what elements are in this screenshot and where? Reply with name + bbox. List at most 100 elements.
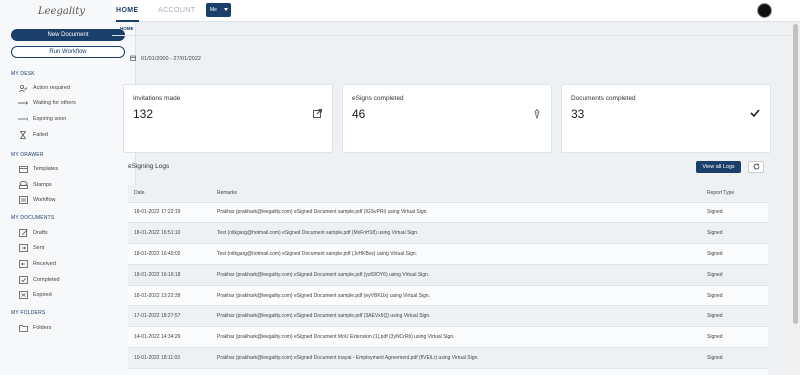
date-range-filter[interactable]: 01/01/2000 - 27/01/2022 [130, 55, 201, 63]
cell-type: Signed [701, 368, 768, 375]
table-row: 18-01-2022 13:22:39 Prakhar (prakhark@lee… [128, 285, 768, 306]
view-all-logs-button[interactable]: View all Logs [696, 161, 741, 173]
completed-icon [18, 276, 28, 284]
hourglass-icon [18, 131, 28, 139]
sidebar-item-drafts[interactable]: Drafts [18, 228, 48, 238]
sidebar-item-completed[interactable]: Completed [18, 275, 60, 285]
cell-remarks: Prakhar (prakhark@leegality.com) eSigned… [217, 271, 430, 278]
cell-date: 18-01-2022 16:49:02 [134, 250, 181, 257]
sidebar-item-label: Sent [33, 245, 45, 251]
sidebar-item-label: Completed [33, 277, 60, 283]
folder-icon [18, 324, 28, 332]
sidebar-item-label: Expired [33, 292, 52, 298]
leegality-logo[interactable]: Leegality [38, 3, 85, 21]
sidebar-item-stamps[interactable]: Stamps [18, 180, 52, 190]
stat-label: Invitations made [133, 95, 181, 102]
refresh-icon [753, 162, 760, 172]
sidebar-item-label: Folders [33, 325, 52, 331]
cell-type: Signed [707, 230, 723, 237]
sidebar-item-workflow[interactable]: Workflow [18, 195, 56, 205]
run-workflow-button[interactable]: Run Workflow [11, 46, 125, 58]
section-my-folders: MY FOLDERS [11, 310, 46, 316]
sidebar-item-label: Received [33, 261, 56, 267]
table-row: 10-01-2022 18:11:03 Prakhar (prakhark@lee… [128, 347, 768, 369]
sidebar-item-sent[interactable]: Sent [18, 243, 44, 253]
cell-date: 18-01-2022 16:51:10 [134, 230, 181, 237]
cell-type: Signed [707, 354, 723, 361]
scrollbar-thumb[interactable] [793, 24, 798, 324]
stat-value: 33 [571, 107, 585, 121]
main-content: HOME 01/01/2000 - 27/01/2022 Invitations… [112, 22, 800, 375]
refresh-button[interactable] [748, 161, 764, 173]
sidebar-item-waiting-for-others[interactable]: Waiting for others [18, 98, 76, 108]
sidebar-item-label: Stamps [33, 182, 52, 188]
sidebar-item-label: Action required [33, 85, 70, 91]
cell-type: Signed [707, 250, 723, 257]
cell-remarks: Prakhar (prakhark@leegality.com) eSigned… [217, 209, 428, 216]
stat-card-esigns: eSigns completed 46 [342, 84, 552, 153]
cell-remarks: Test (ntikgarg@hotmail.com) eSigned Docu… [217, 250, 418, 257]
esigning-logs: eSigning Logs View all Logs Date Remarks… [128, 152, 768, 375]
sidebar-item-label: Workflow [33, 197, 56, 203]
cell-type: Signed [707, 209, 723, 216]
scrollbar[interactable] [791, 22, 800, 375]
stat-card-documents: Documents completed 33 [561, 84, 771, 153]
col-remarks: Remarks [217, 190, 238, 197]
table-row: 18-01-2022 16:16:18 Prakhar (prakhark@lee… [128, 264, 768, 286]
sent-icon [18, 244, 28, 252]
stat-value: 132 [133, 107, 154, 121]
stat-value: 46 [352, 107, 366, 121]
top-bar: HOME ACCOUNT Me [112, 0, 800, 22]
user-check-icon [18, 84, 28, 92]
new-document-button[interactable]: New Document [11, 29, 125, 41]
date-range-text: 01/01/2000 - 27/01/2022 [141, 56, 201, 62]
cell-date: 14-01-2022 14:34:29 [134, 334, 181, 341]
cell-type: Signed [707, 271, 723, 278]
cell-remarks: Prakhar (prakhark@leegality.com) eSigned… [217, 292, 431, 299]
cell-remarks: Prakhar (prakhark@leegality.com) eSigned… [211, 368, 701, 375]
sidebar-item-templates[interactable]: Templates [18, 164, 58, 174]
breadcrumb[interactable]: HOME [120, 26, 134, 31]
stat-label: eSigns completed [352, 95, 404, 102]
workflow-icon [18, 196, 28, 204]
sidebar-item-received[interactable]: Received [18, 259, 56, 269]
table-row: 14-01-2022 14:34:29 Prakhar (prakhark@lee… [128, 326, 768, 348]
sidebar-item-expired[interactable]: Expired [18, 290, 52, 300]
sidebar-item-failed[interactable]: Failed [18, 130, 48, 140]
stat-card-invitations: Invitations made 132 [123, 84, 333, 153]
caret-down-icon [224, 8, 228, 11]
sidebar-item-expiring-soon[interactable]: Expiring soon [18, 114, 66, 124]
sidebar-item-label: Waiting for others [33, 100, 76, 106]
cell-type: Signed [707, 292, 723, 299]
arrow-right-icon [18, 115, 28, 123]
expired-icon [18, 291, 28, 299]
table-row: 18-01-2022 17:22:19 Prakhar (prakhark@lee… [128, 202, 768, 223]
stamp-icon [18, 181, 28, 189]
received-icon [18, 260, 28, 268]
cell-type: Signed [707, 313, 723, 320]
sidebar-item-folders[interactable]: Folders [18, 323, 51, 333]
sidebar-item-label: Drafts [33, 230, 48, 236]
sidebar: Leegality New Document Run Workflow MY D… [0, 0, 136, 375]
me-label: Me [210, 7, 217, 13]
external-link-icon[interactable] [313, 109, 322, 120]
table-row: 29-11-2021 14:48:19Prakhar (prakhark@lee… [128, 368, 768, 375]
sidebar-item-label: Failed [33, 132, 48, 138]
cell-remarks: Test (ntikgarg@hotmail.com) eSigned Docu… [217, 230, 419, 237]
cell-date: 10-01-2022 18:11:03 [134, 354, 181, 361]
cell-remarks: Prakhar (prakhark@leegality.com) eSigned… [217, 334, 455, 341]
check-icon [750, 109, 760, 119]
tab-home[interactable]: HOME [116, 0, 139, 22]
logs-table: Date Remarks Report Type 18-01-2022 17:2… [128, 185, 768, 375]
me-dropdown-button[interactable]: Me [206, 3, 231, 17]
drafts-icon [18, 229, 28, 237]
avatar[interactable] [757, 3, 772, 18]
cell-remarks: Prakhar (prakhark@leegality.com) eSigned… [217, 313, 431, 320]
calendar-icon [130, 55, 136, 63]
sidebar-item-action-required[interactable]: Action required [18, 83, 70, 93]
col-date: Date [134, 190, 145, 197]
section-my-desk: MY DESK [11, 71, 35, 77]
table-header-row: Date Remarks Report Type [128, 185, 768, 202]
tab-account[interactable]: ACCOUNT [158, 0, 195, 22]
stat-label: Documents completed [571, 95, 636, 102]
